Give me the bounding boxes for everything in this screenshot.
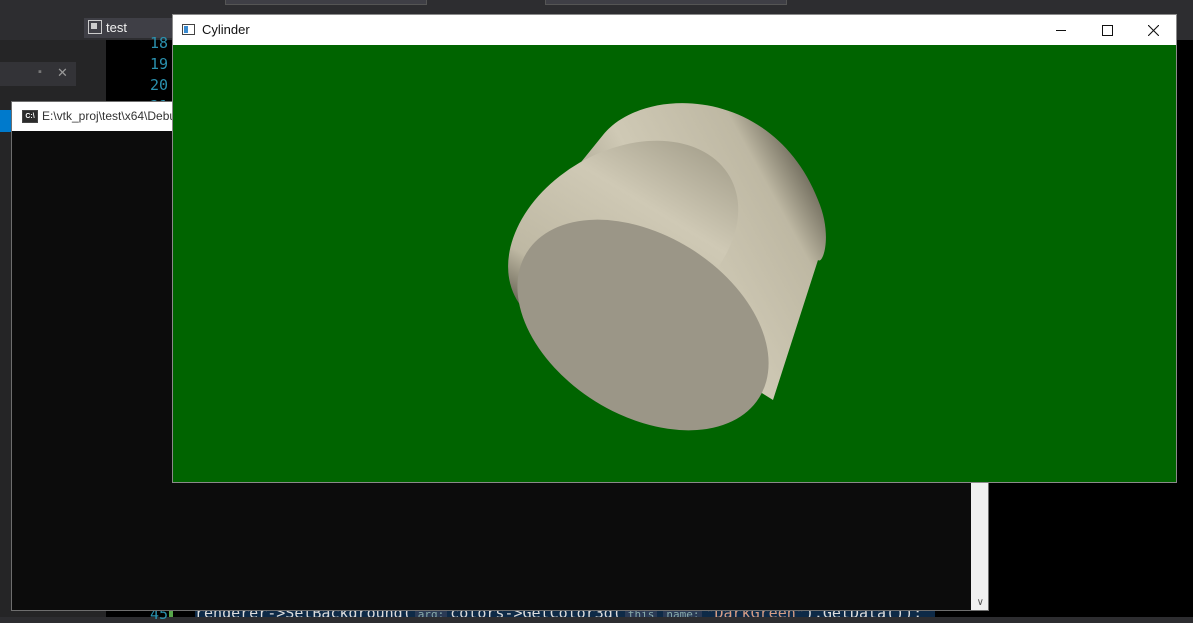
panel-close-icon[interactable]: ✕ — [57, 65, 68, 81]
close-button[interactable] — [1130, 15, 1176, 45]
render-viewport[interactable] — [173, 45, 1176, 482]
ide-editor-area — [988, 482, 1193, 617]
maximize-button[interactable] — [1084, 15, 1130, 45]
pin-icon[interactable]: ▪ — [38, 66, 42, 78]
cylinder-window[interactable]: Cylinder — [172, 14, 1177, 483]
close-icon — [1147, 24, 1159, 36]
change-marker — [169, 610, 173, 617]
cylinder-render — [508, 103, 826, 431]
minimize-button[interactable] — [1038, 15, 1084, 45]
line-number: 20 — [149, 76, 168, 94]
maximize-icon — [1101, 24, 1113, 36]
ide-tab-label: test — [106, 20, 127, 35]
chevron-down-icon[interactable]: ∨ — [977, 597, 984, 608]
cylinder-mesh — [508, 103, 826, 431]
window-title: Cylinder — [202, 22, 250, 37]
window-app-icon — [182, 24, 195, 35]
console-app-icon: C:\ — [22, 110, 38, 123]
file-icon — [88, 20, 102, 34]
line-number: 18 — [149, 34, 168, 52]
minimize-icon — [1056, 29, 1066, 31]
line-number: 19 — [149, 55, 168, 73]
cylinder-titlebar[interactable]: Cylinder — [173, 15, 1176, 45]
